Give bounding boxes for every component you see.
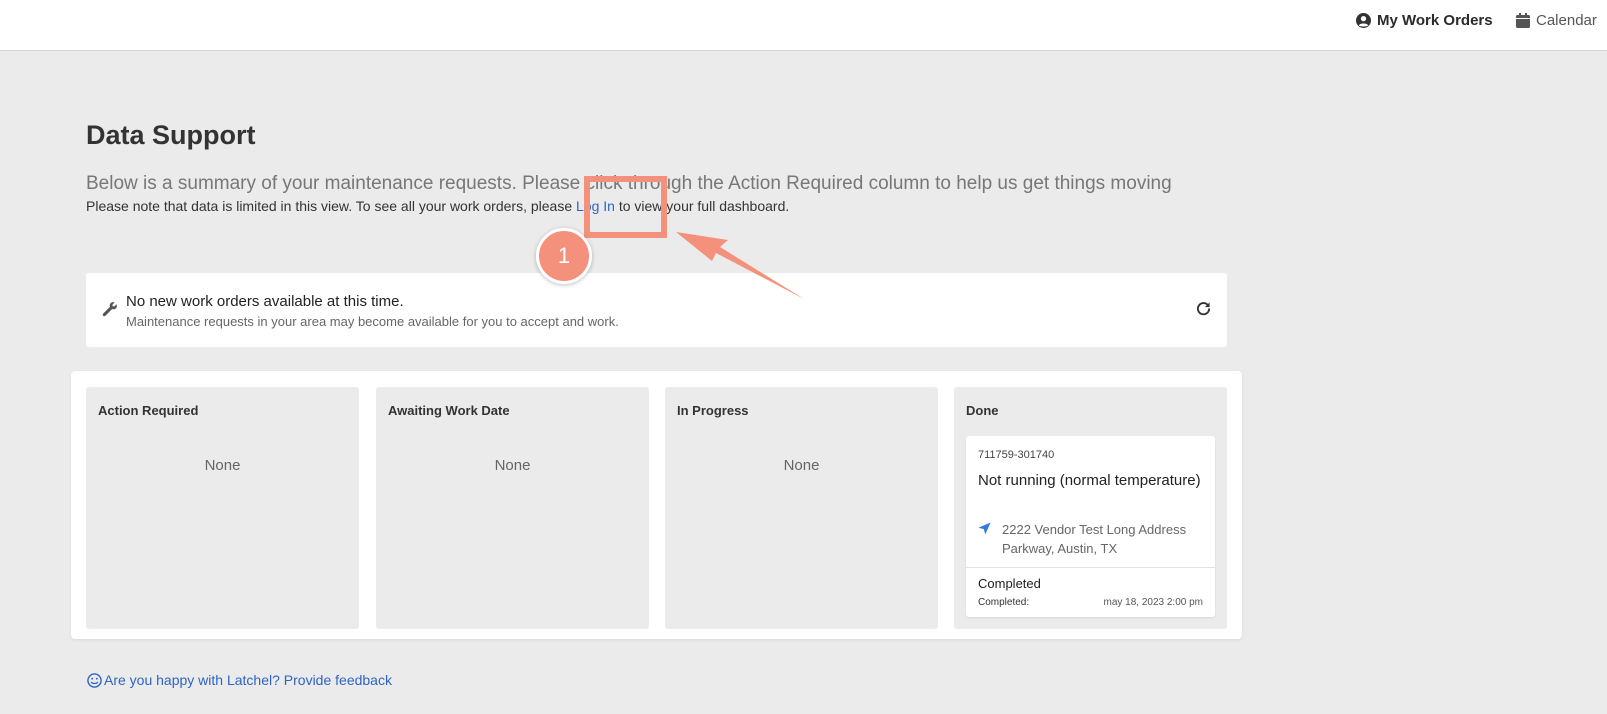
column-title: Done <box>966 403 999 418</box>
user-circle-icon <box>1356 12 1371 28</box>
card-divider <box>966 567 1215 568</box>
annotation-step-badge: 1 <box>536 228 592 284</box>
smile-icon <box>87 672 102 688</box>
nav-my-work-orders[interactable]: My Work Orders <box>1356 0 1493 40</box>
log-in-link[interactable]: Log In <box>576 198 615 214</box>
notice-title: No new work orders available at this tim… <box>126 293 404 310</box>
column-empty-text: None <box>204 457 241 474</box>
completed-date: may 18, 2023 2:00 pm <box>1103 597 1203 608</box>
column-title: Awaiting Work Date <box>388 403 510 418</box>
work-order-address: 2222 Vendor Test Long Address Parkway, A… <box>1002 522 1187 556</box>
wrench-icon <box>102 302 117 317</box>
column-in-progress: In Progress None <box>665 387 938 629</box>
work-order-id: 711759-301740 <box>978 449 1055 461</box>
refresh-icon[interactable] <box>1196 301 1211 316</box>
top-navbar: My Work Orders Calendar <box>0 0 1607 51</box>
nav-calendar[interactable]: Calendar <box>1516 0 1597 40</box>
summary-text: Below is a summary of your maintenance r… <box>86 173 1172 194</box>
no-work-orders-notice: No new work orders available at this tim… <box>86 273 1227 347</box>
column-title: In Progress <box>677 403 749 418</box>
column-title: Action Required <box>98 403 199 418</box>
column-action-required: Action Required None <box>86 387 359 629</box>
column-empty-text: None <box>783 457 820 474</box>
column-awaiting-work-date: Awaiting Work Date None <box>376 387 649 629</box>
location-arrow-icon <box>978 522 991 535</box>
limited-data-note: Please note that data is limited in this… <box>86 198 789 214</box>
work-order-card[interactable]: 711759-301740 Not running (normal temper… <box>966 436 1215 617</box>
feedback-link[interactable]: Are you happy with Latchel? Provide feed… <box>87 672 392 688</box>
calendar-icon <box>1516 12 1530 28</box>
work-order-board: Action Required None Awaiting Work Date … <box>71 371 1242 639</box>
feedback-label: Are you happy with Latchel? Provide feed… <box>104 672 392 688</box>
note-text-after: to view your full dashboard. <box>614 198 790 214</box>
column-done: Done 711759-301740 Not running (normal t… <box>954 387 1227 629</box>
nav-my-work-orders-label: My Work Orders <box>1377 11 1493 29</box>
column-empty-text: None <box>494 457 531 474</box>
work-order-status: Completed <box>978 576 1041 591</box>
completed-label: Completed: <box>978 597 1030 608</box>
nav-calendar-label: Calendar <box>1536 11 1597 29</box>
page-title: Data Support <box>86 120 256 150</box>
work-order-title: Not running (normal temperature) <box>978 472 1201 489</box>
note-text-before: Please note that data is limited in this… <box>86 198 576 214</box>
notice-subtitle: Maintenance requests in your area may be… <box>126 314 619 329</box>
